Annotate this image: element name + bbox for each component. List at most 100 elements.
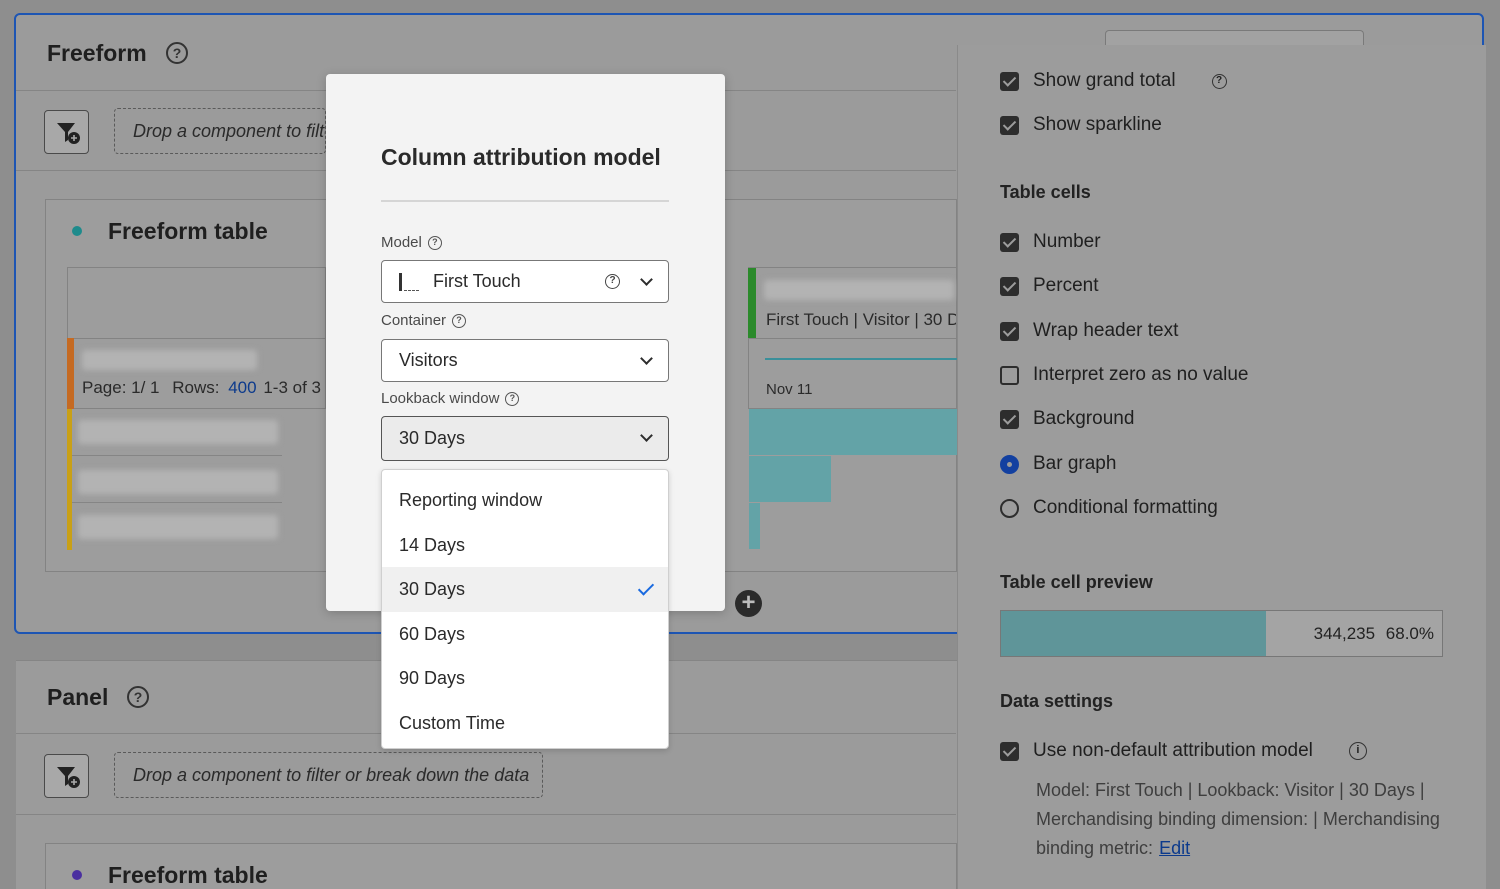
- row-accent: [67, 338, 74, 409]
- non-default-attribution-option[interactable]: Use non-default attribution model i: [1000, 740, 1367, 762]
- checkbox-checked[interactable]: [1000, 276, 1019, 296]
- data-settings-heading: Data settings: [1000, 691, 1114, 711]
- field-label-text: Container: [381, 312, 447, 329]
- background-option[interactable]: Background: [1000, 408, 1134, 430]
- option-label: Number: [1033, 231, 1101, 252]
- bar-cell: [749, 456, 831, 502]
- bar-graph-option[interactable]: Bar graph: [1000, 453, 1116, 475]
- help-icon[interactable]: ?: [166, 42, 188, 64]
- radio-selected[interactable]: [1000, 454, 1019, 474]
- model-label: Model ?: [381, 234, 442, 251]
- status-dot: [72, 870, 82, 880]
- blurred-dimension: [82, 350, 257, 370]
- show-sparkline-option[interactable]: Show sparkline: [1000, 114, 1162, 136]
- blurred-metric-name: [764, 280, 954, 300]
- percent-option[interactable]: Percent: [1000, 275, 1098, 297]
- lookback-dropdown-menu: Reporting window 14 Days 30 Days 60 Days…: [381, 469, 669, 749]
- menu-item-30-days[interactable]: 30 Days: [382, 567, 668, 612]
- rows-select[interactable]: 400: [228, 378, 256, 397]
- column-accent: [748, 268, 756, 338]
- help-icon[interactable]: ?: [427, 235, 442, 250]
- checkbox-checked[interactable]: [1000, 409, 1019, 429]
- menu-item-label: 60 Days: [399, 623, 466, 644]
- lookback-picker[interactable]: 30 Days: [381, 416, 669, 461]
- rows-label: Rows:: [172, 378, 220, 397]
- zero-no-value-option[interactable]: Interpret zero as no value: [1000, 364, 1248, 386]
- menu-item-label: Custom Time: [399, 712, 506, 733]
- help-icon[interactable]: ?: [452, 313, 467, 328]
- add-visualization-icon[interactable]: +: [735, 590, 762, 617]
- menu-item-reporting-window[interactable]: Reporting window: [382, 478, 668, 523]
- filter-button[interactable]: [44, 110, 89, 154]
- chevron-down-icon: [640, 352, 653, 365]
- checkbox-checked[interactable]: [1000, 232, 1019, 252]
- option-label: Wrap header text: [1033, 320, 1179, 341]
- menu-item-90-days[interactable]: 90 Days: [382, 656, 668, 701]
- option-label: Percent: [1033, 275, 1099, 296]
- edit-link[interactable]: Edit: [1159, 838, 1190, 858]
- viz-title: Freeform table: [108, 862, 268, 888]
- table-row[interactable]: [78, 420, 278, 444]
- menu-item-60-days[interactable]: 60 Days: [382, 612, 668, 657]
- filter-button[interactable]: [44, 754, 89, 798]
- divider: [16, 814, 956, 815]
- row-divider: [72, 502, 282, 503]
- container-label: Container ?: [381, 312, 467, 329]
- pagination: Page: 1/ 1 Rows: 400 1-3 of 3: [82, 378, 321, 398]
- field-label-text: Model: [381, 234, 422, 251]
- wrap-header-option[interactable]: Wrap header text: [1000, 320, 1178, 342]
- option-label: Conditional formatting: [1033, 497, 1218, 518]
- rows-accent: [67, 409, 72, 550]
- preview-value: 344,235: [1313, 624, 1376, 643]
- row-range: 1-3 of 3: [263, 378, 321, 397]
- table-cells-heading: Table cells: [1000, 182, 1091, 202]
- conditional-formatting-option[interactable]: Conditional formatting: [1000, 497, 1218, 519]
- show-grand-total-option[interactable]: Show grand total ?: [1000, 70, 1227, 92]
- checkbox-checked[interactable]: [1000, 741, 1019, 761]
- number-option[interactable]: Number: [1000, 231, 1101, 253]
- model-picker[interactable]: First Touch ?: [381, 260, 669, 303]
- filter-add-icon: [57, 767, 80, 788]
- option-label: Interpret zero as no value: [1033, 364, 1249, 385]
- drop-zone[interactable]: Drop a component to filter or break down…: [114, 752, 543, 798]
- checkbox-checked[interactable]: [1000, 71, 1019, 91]
- help-icon[interactable]: ?: [505, 391, 520, 406]
- checkbox-checked[interactable]: [1000, 115, 1019, 135]
- panel-title: Panel: [47, 684, 109, 710]
- viz-title: Freeform table: [108, 218, 268, 244]
- bar-cell: [749, 409, 957, 455]
- picker-value: 30 Days: [399, 428, 466, 448]
- container-picker[interactable]: Visitors: [381, 339, 669, 382]
- drop-zone[interactable]: Drop a component to filter or break down…: [114, 108, 326, 154]
- chevron-down-icon: [640, 273, 653, 286]
- modal-title: Column attribution model: [381, 144, 661, 170]
- sparkline: [765, 358, 957, 360]
- pagination-row: [67, 338, 326, 409]
- option-label: Show sparkline: [1033, 114, 1162, 135]
- preview-values: 344,235 68.0%: [1314, 624, 1434, 644]
- option-label: Bar graph: [1033, 453, 1117, 474]
- menu-item-14-days[interactable]: 14 Days: [382, 523, 668, 568]
- help-icon[interactable]: ?: [127, 686, 149, 708]
- help-icon[interactable]: ?: [1211, 73, 1227, 89]
- menu-item-label: 30 Days: [399, 579, 466, 599]
- info-icon[interactable]: i: [1348, 742, 1367, 760]
- panel-title: Freeform: [47, 40, 147, 66]
- checkbox-unchecked[interactable]: [1000, 365, 1019, 385]
- attribution-summary: Model: First Touch | Lookback: Visitor |…: [1036, 780, 1440, 858]
- radio-unselected[interactable]: [1000, 498, 1019, 518]
- preview-bar: [1001, 611, 1266, 656]
- menu-item-custom-time[interactable]: Custom Time: [382, 701, 668, 746]
- table-cell-preview: 344,235 68.0%: [1000, 610, 1443, 657]
- table-row[interactable]: [78, 470, 278, 494]
- modal-divider: [381, 200, 669, 202]
- checkbox-checked[interactable]: [1000, 321, 1019, 341]
- checkmark-icon: [637, 579, 655, 596]
- first-touch-model-icon: [399, 272, 419, 291]
- table-header-left: [67, 267, 326, 339]
- help-icon[interactable]: ?: [605, 274, 620, 289]
- column-header: First Touch | Visitor | 30 Days: [766, 310, 956, 329]
- row-divider: [72, 455, 282, 456]
- menu-item-label: Reporting window: [399, 490, 543, 510]
- table-row[interactable]: [78, 515, 278, 539]
